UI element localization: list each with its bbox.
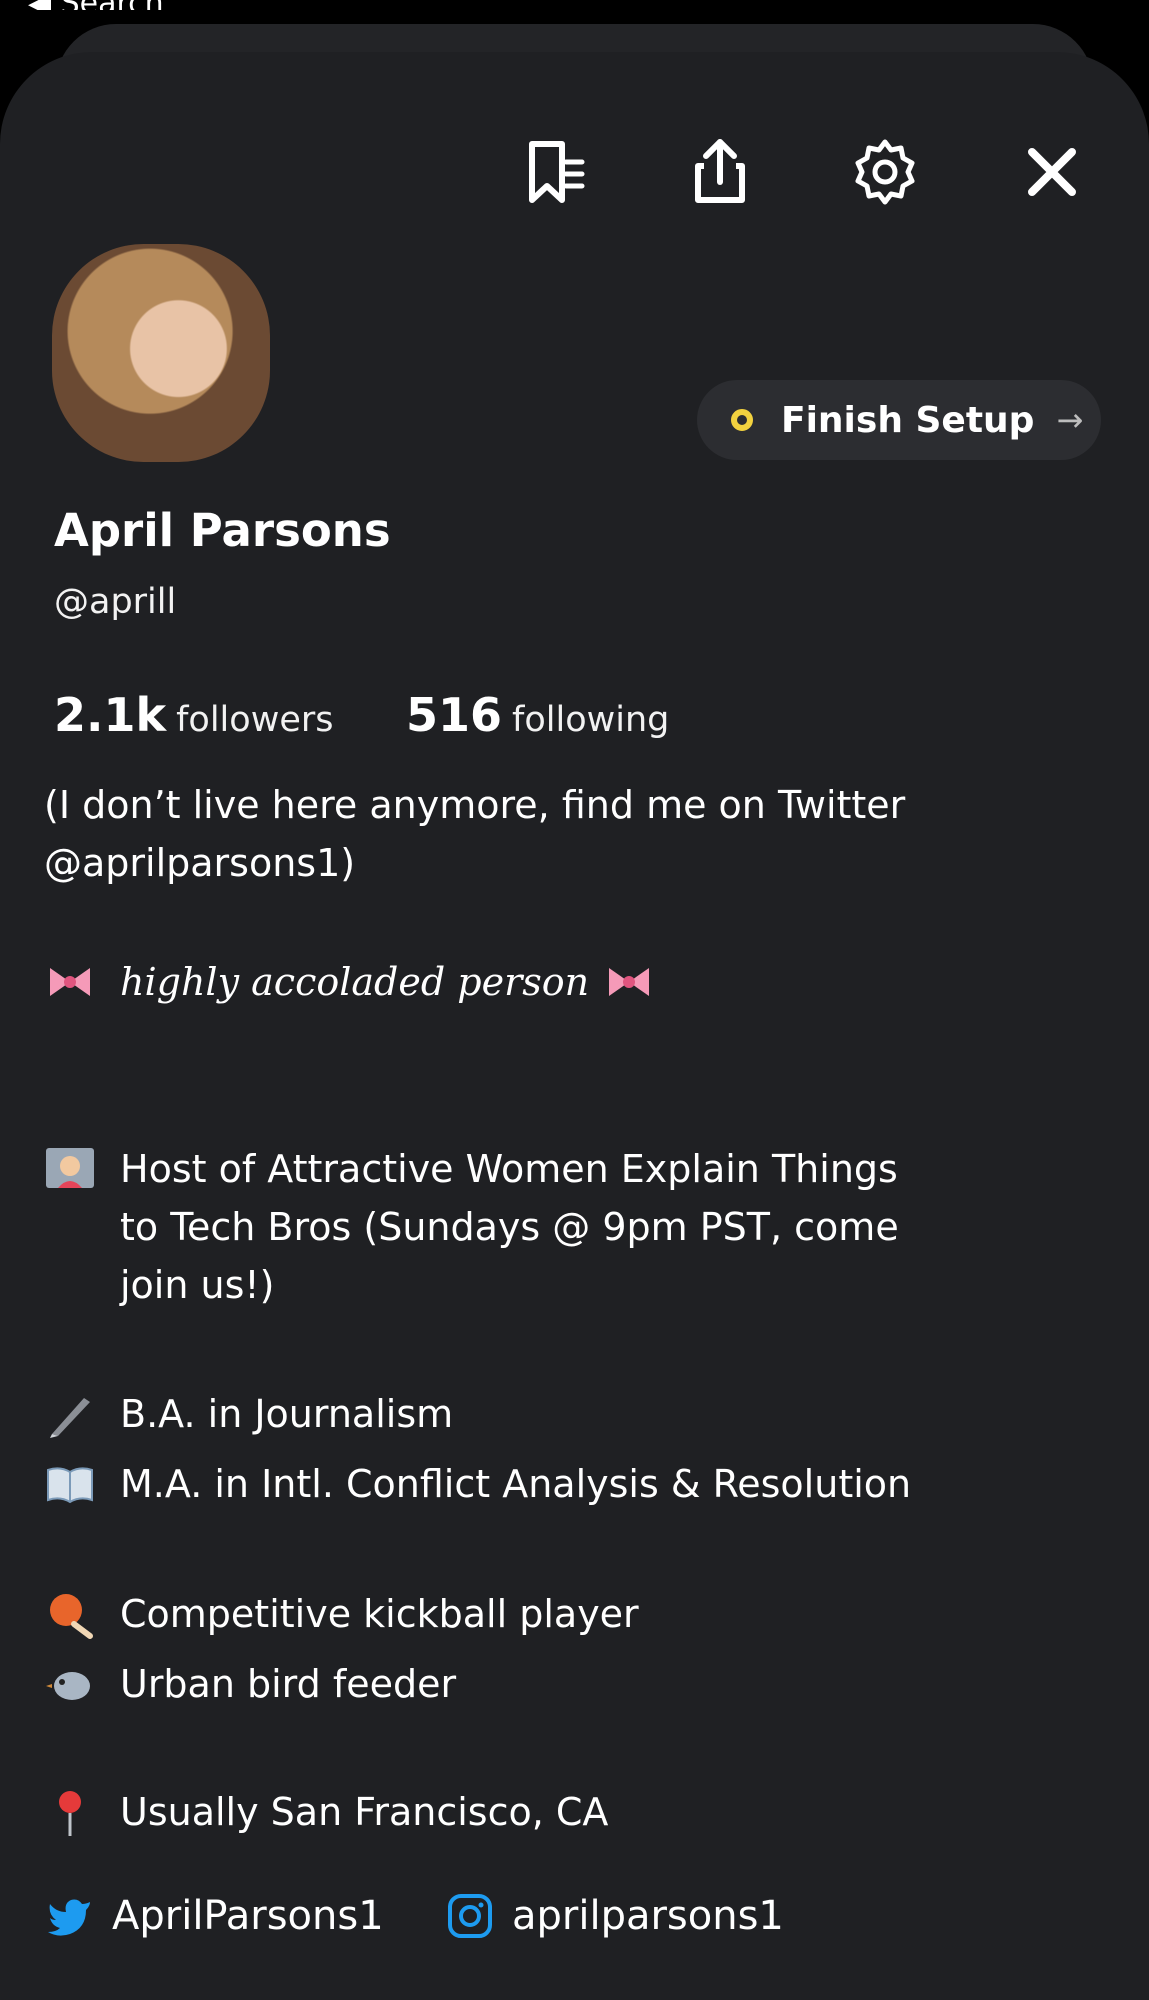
profile-name: April Parsons <box>54 504 391 557</box>
bio-location: Usually San Francisco, CA <box>120 1790 609 1834</box>
kickball-icon <box>50 1594 93 1639</box>
location-pin-icon <box>59 1791 81 1836</box>
bio-degree-ma: M.A. in Intl. Conflict Analysis & Resolu… <box>120 1462 912 1506</box>
bird-icon <box>46 1672 90 1700</box>
bio-host-line2: to Tech Bros (Sundays @ 9pm PST, come <box>120 1205 899 1249</box>
bookmark-list-icon[interactable] <box>520 136 592 208</box>
bio-host-line3: join us!) <box>120 1263 275 1307</box>
gear-icon[interactable] <box>849 136 921 208</box>
arrow-right-icon: → <box>1056 401 1084 439</box>
bio-tagline-row: highly accoladed person <box>44 956 679 1008</box>
followers-stat[interactable]: 2.1k followers <box>54 688 333 742</box>
instagram-link[interactable]: aprilparsons1 <box>444 1890 784 1942</box>
instagram-handle: aprilparsons1 <box>512 1893 784 1939</box>
bio-intro-line2: @aprilparsons1) <box>44 841 356 885</box>
instagram-icon <box>448 1894 492 1938</box>
bio-degree-ba: B.A. in Journalism <box>120 1392 454 1436</box>
bio-degree-ba-row: B.A. in Journalism <box>44 1388 453 1440</box>
share-icon[interactable] <box>684 136 756 208</box>
back-to-search[interactable]: ◀ Search <box>28 0 164 10</box>
progress-ring-icon <box>731 409 753 431</box>
bio-bird-row: Urban bird feeder <box>44 1658 456 1710</box>
open-book-icon <box>47 1467 93 1504</box>
teacher-icon <box>46 1148 94 1188</box>
twitter-icon <box>48 1899 90 1936</box>
profile-sheet: Finish Setup → April Parsons @aprill 2.1… <box>0 52 1149 2000</box>
profile-handle: @aprill <box>54 582 177 622</box>
bio-tagline: highly accoladed person <box>120 960 590 1004</box>
bio-location-row: Usually San Francisco, CA <box>44 1786 608 1838</box>
finish-setup-button[interactable]: Finish Setup → <box>697 380 1101 460</box>
bio-intro-line1: (I don’t live here anymore, find me on T… <box>44 783 906 827</box>
following-count: 516 <box>406 688 503 742</box>
pen-icon <box>50 1398 90 1438</box>
bio-bird: Urban bird feeder <box>120 1662 457 1706</box>
bio-kickball: Competitive kickball player <box>120 1592 639 1636</box>
ribbon-icon <box>50 968 90 996</box>
avatar[interactable] <box>52 244 270 462</box>
followers-label: followers <box>176 700 334 740</box>
bio-intro: (I don’t live here anymore, find me on T… <box>44 776 905 892</box>
bio-kickball-row: Competitive kickball player <box>44 1588 639 1640</box>
followers-count: 2.1k <box>54 688 167 742</box>
close-icon[interactable] <box>1016 136 1088 208</box>
bio-host-line1: Host of Attractive Women Explain Things <box>120 1147 898 1191</box>
following-stat[interactable]: 516 following <box>406 688 669 742</box>
twitter-link[interactable]: AprilParsons1 <box>44 1890 384 1942</box>
ribbon-icon <box>609 968 650 996</box>
finish-setup-label: Finish Setup <box>781 399 1035 441</box>
following-label: following <box>512 700 670 740</box>
bio-degree-ma-row: M.A. in Intl. Conflict Analysis & Resolu… <box>44 1458 911 1510</box>
twitter-handle: AprilParsons1 <box>112 1893 384 1939</box>
